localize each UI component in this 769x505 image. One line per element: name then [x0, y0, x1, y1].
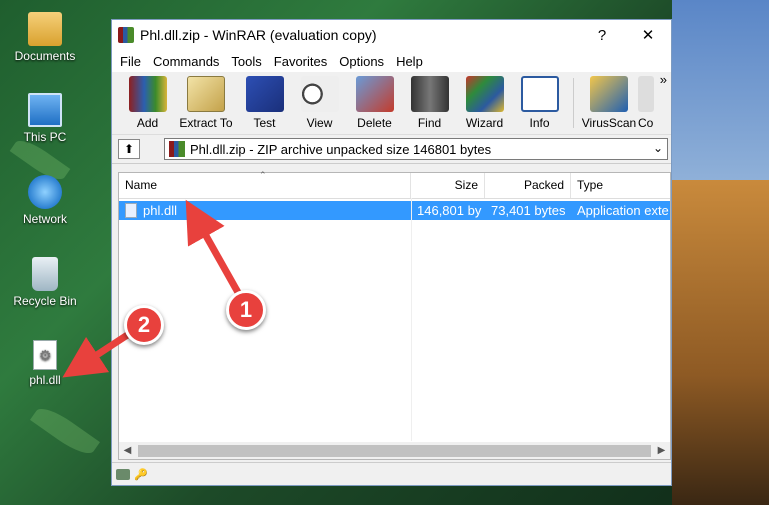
callout-arrow-1 [185, 199, 244, 298]
callout-arrow-2 [62, 329, 134, 378]
callout-arrows [62, 199, 244, 378]
callout-badge-2: 2 [124, 305, 164, 345]
callout-badge-1: 1 [226, 290, 266, 330]
